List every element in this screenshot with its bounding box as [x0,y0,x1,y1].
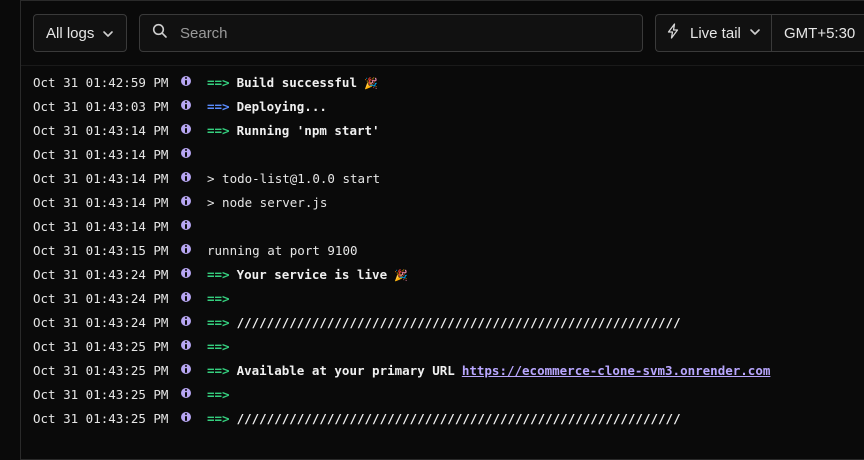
logs-filter-label: All logs [46,24,95,42]
log-message: ==> Build successful 🎉 [207,75,378,90]
log-message: ==> Your service is live 🎉 [207,267,408,282]
log-message: ==> Running 'npm start' [207,123,380,138]
log-timestamp: Oct 31 01:43:25 PM [33,410,169,426]
log-text: Deploying... [236,98,327,114]
log-line: Oct 31 01:43:14 PM [33,144,207,164]
log-message: ==> Available at your primary URL https://… [207,363,770,378]
log-arrow: ==> [207,266,230,282]
log-timestamp: Oct 31 01:43:25 PM [33,338,169,354]
search-input[interactable]: Search [139,14,643,52]
log-line: Oct 31 01:42:59 PM ==> Build successful 🎉 [33,72,378,92]
log-text: Available at your primary URL [236,362,455,378]
log-timestamp: Oct 31 01:43:14 PM [33,146,169,162]
log-text: running at port 9100 [207,242,358,258]
log-timestamp: Oct 31 01:43:25 PM [33,386,169,402]
timezone-label: GMT+5:30 [784,24,856,42]
log-line: Oct 31 01:43:14 PM > todo-list@1.0.0 star… [33,168,380,188]
search-placeholder: Search [180,24,228,42]
info-icon [181,340,191,350]
info-icon [181,364,191,374]
log-line: Oct 31 01:43:14 PM > node server.js [33,192,327,212]
log-timestamp: Oct 31 01:43:14 PM [33,218,169,234]
log-arrow: ==> [207,74,230,90]
log-message: running at port 9100 [207,243,358,258]
party-popper-icon: 🎉 [394,268,408,282]
log-arrow: ==> [207,314,230,330]
log-message: ==> [207,387,237,402]
log-timestamp: Oct 31 01:43:24 PM [33,266,169,282]
log-arrow: ==> [207,386,230,402]
info-icon [181,244,191,254]
log-line: Oct 31 01:43:25 PM ==> [33,384,237,404]
chevron-down-icon [102,27,114,44]
log-line: Oct 31 01:43:03 PM ==> Deploying... [33,96,327,116]
live-tail-label: Live tail [690,24,741,42]
log-timestamp: Oct 31 01:43:14 PM [33,170,169,186]
log-timestamp: Oct 31 01:43:24 PM [33,290,169,306]
log-timestamp: Oct 31 01:43:14 PM [33,122,169,138]
log-text: Your service is live [236,266,388,282]
log-arrow: ==> [207,362,230,378]
chevron-down-icon [749,25,761,42]
search-icon [152,23,168,43]
log-timestamp: Oct 31 01:42:59 PM [33,74,169,90]
info-icon [181,172,191,182]
info-icon [181,292,191,302]
info-icon [181,124,191,134]
log-timestamp: Oct 31 01:43:25 PM [33,362,169,378]
log-message: ==> /////////////////////////////////////… [207,315,681,330]
log-timestamp: Oct 31 01:43:03 PM [33,98,169,114]
log-message: ==> /////////////////////////////////////… [207,411,681,426]
log-line: Oct 31 01:43:24 PM ==> ///////////////////… [33,312,681,332]
info-icon [181,268,191,278]
log-arrow: ==> [207,410,230,426]
log-message: ==> [207,339,237,354]
log-arrow: ==> [207,98,230,114]
log-text: Build successful [236,74,357,90]
log-text: > todo-list@1.0.0 start [207,170,381,186]
log-message: ==> [207,291,237,306]
info-icon [181,316,191,326]
log-arrow: ==> [207,290,230,306]
timezone-selector[interactable]: GMT+5:30 [772,15,855,51]
log-message: ==> Deploying... [207,99,327,114]
info-icon [181,412,191,422]
info-icon [181,220,191,230]
log-line: Oct 31 01:43:25 PM ==> [33,336,237,356]
log-line: Oct 31 01:43:25 PM ==> ///////////////////… [33,408,681,428]
info-icon [181,388,191,398]
log-message: > node server.js [207,195,327,210]
log-line: Oct 31 01:43:14 PM ==> Running 'npm start' [33,120,380,140]
log-line: Oct 31 01:43:15 PM running at port 9100 [33,240,358,260]
live-tail-button[interactable]: Live tail [656,15,772,51]
log-arrow: ==> [207,338,230,354]
log-text: ////////////////////////////////////////… [236,314,681,330]
log-text: > node server.js [207,194,328,210]
logs-filter-dropdown[interactable]: All logs [33,14,127,52]
log-viewer: All logs Search Live tail GMT+5:30 Oct 3… [20,0,864,460]
service-url-link[interactable]: https://ecommerce-clone-svm3.onrender.co… [462,363,771,378]
log-timestamp: Oct 31 01:43:24 PM [33,314,169,330]
log-timestamp: Oct 31 01:43:14 PM [33,194,169,210]
log-line: Oct 31 01:43:25 PM ==> Available at your p… [33,360,770,380]
log-line: Oct 31 01:43:14 PM [33,216,207,236]
log-text: Running 'npm start' [236,122,380,138]
log-line: Oct 31 01:43:24 PM ==> [33,288,237,308]
info-icon [181,148,191,158]
log-line: Oct 31 01:43:24 PM ==> Your service is liv… [33,264,408,284]
log-toolbar: All logs Search Live tail GMT+5:30 [21,1,864,66]
info-icon [181,196,191,206]
log-arrow: ==> [207,122,230,138]
log-text: ////////////////////////////////////////… [236,410,681,426]
party-popper-icon: 🎉 [364,76,378,90]
log-message: > todo-list@1.0.0 start [207,171,380,186]
info-icon [181,100,191,110]
log-timestamp: Oct 31 01:43:15 PM [33,242,169,258]
info-icon [181,76,191,86]
live-tail-group: Live tail GMT+5:30 [655,14,864,52]
log-list: Oct 31 01:42:59 PM==>Uploaded in 3.5s. C… [21,53,864,453]
lightning-icon [666,23,680,43]
